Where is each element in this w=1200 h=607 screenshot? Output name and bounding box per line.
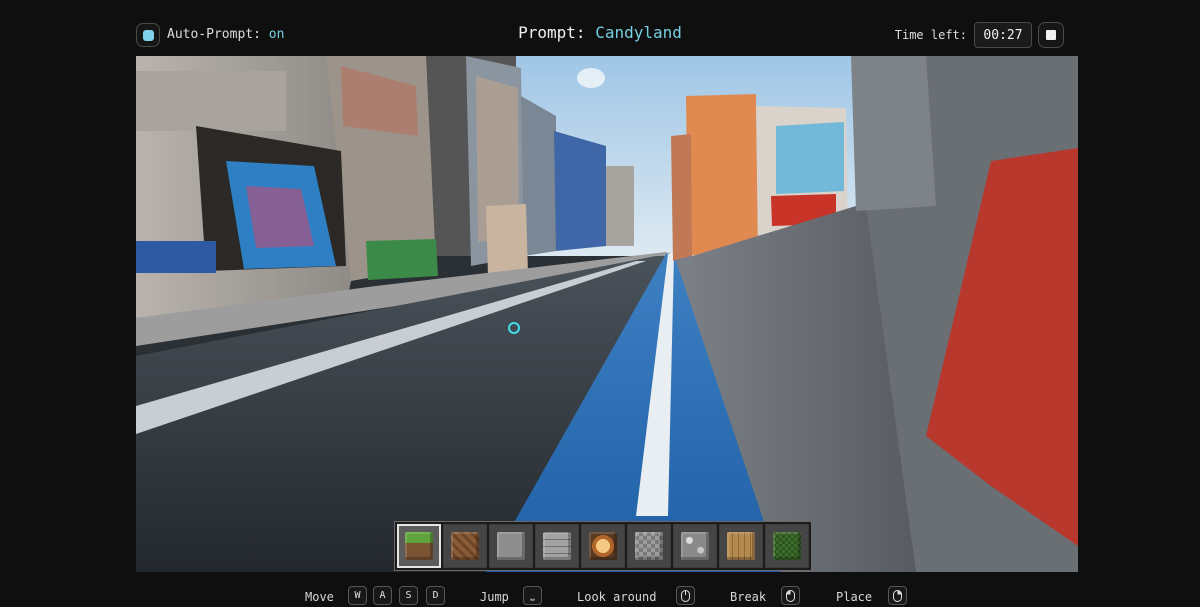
time-left-label: Time left: <box>894 28 967 42</box>
stop-icon <box>1046 30 1056 40</box>
key-s: S <box>399 586 418 605</box>
far-building-left <box>606 166 634 246</box>
orange-building-side <box>671 134 692 261</box>
look-around-label: Look around <box>577 590 657 604</box>
prompt-label: Prompt: <box>518 23 586 42</box>
stone-block-icon <box>497 532 525 560</box>
hotbar-slot-3[interactable] <box>489 524 533 568</box>
orange-building <box>686 94 758 256</box>
key-d: D <box>426 586 445 605</box>
jump-label: Jump <box>480 590 509 604</box>
mouse-right-click-icon <box>888 586 907 605</box>
ore-block-icon <box>681 532 709 560</box>
stop-button[interactable] <box>1038 22 1064 48</box>
ledge-blue <box>136 241 216 273</box>
game-viewport[interactable] <box>136 56 1078 572</box>
hotbar-slot-1[interactable] <box>397 524 441 568</box>
game-scene <box>136 56 1078 572</box>
blue-building <box>554 131 606 251</box>
left-building-upper <box>136 71 286 131</box>
top-bar: Auto-Prompt: on Prompt: Candyland Time l… <box>136 22 1064 50</box>
hotbar-slot-8[interactable] <box>719 524 763 568</box>
hotbar-slot-7[interactable] <box>673 524 717 568</box>
hotbar <box>394 521 812 571</box>
hotbar-slot-6[interactable] <box>627 524 671 568</box>
spacebar-key-icon: ⎵ <box>523 586 542 605</box>
grass-block-icon <box>405 532 433 560</box>
wood-plank-block-icon <box>727 532 755 560</box>
right-wall-top <box>851 56 936 211</box>
break-label: Break <box>730 590 767 604</box>
hotbar-slot-4[interactable] <box>535 524 579 568</box>
time-left-value: 00:27 <box>974 22 1032 48</box>
billboard-blue <box>776 122 844 194</box>
green-sign <box>366 239 438 280</box>
cobblestone-block-icon <box>635 532 663 560</box>
key-w: W <box>348 586 367 605</box>
hotbar-slot-5[interactable] <box>581 524 625 568</box>
glowstone-block-icon <box>589 532 617 560</box>
hotbar-slot-2[interactable] <box>443 524 487 568</box>
cloud <box>577 68 605 88</box>
dirt-block-icon <box>451 532 479 560</box>
prompt-value: Candyland <box>595 23 682 42</box>
shop-front <box>486 204 528 276</box>
move-label: Move <box>305 590 334 604</box>
place-label: Place <box>836 590 873 604</box>
leaves-block-icon <box>773 532 801 560</box>
hotbar-slot-9[interactable] <box>765 524 809 568</box>
key-a: A <box>373 586 392 605</box>
stone-brick-block-icon <box>543 532 571 560</box>
mouse-left-click-icon <box>781 586 800 605</box>
mouse-move-icon <box>676 586 695 605</box>
